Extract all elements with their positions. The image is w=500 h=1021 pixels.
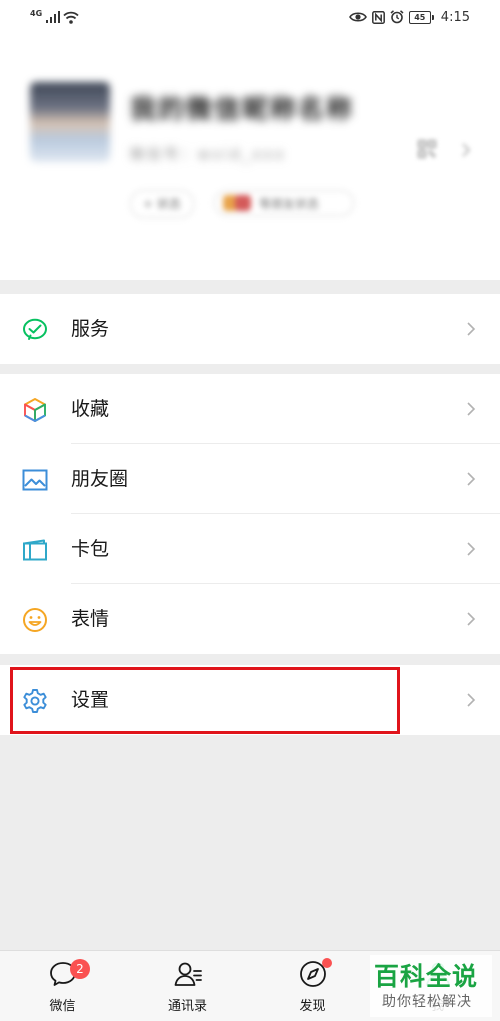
chevron-right-icon (467, 693, 476, 707)
tab-label-contacts: 通讯录 (167, 999, 207, 1014)
signal-icon (46, 11, 61, 23)
profile-nickname: 我的微信昵称名称 (130, 95, 355, 125)
qr-code-icon[interactable] (418, 140, 436, 158)
menu-item-stickers[interactable]: 表情 (0, 584, 500, 654)
alarm-icon (390, 10, 404, 24)
watermark: 百科全说 助你轻松解决 (370, 955, 492, 1017)
menu-item-favorites[interactable]: 收藏 (0, 374, 500, 444)
watermark-subtitle: 助你轻松解决 (382, 994, 472, 1010)
chevron-right-icon (467, 322, 476, 336)
friends-status-label: 等朋友状态 (259, 196, 320, 211)
friend-avatar (235, 195, 251, 211)
menu-label-stickers: 表情 (71, 608, 110, 630)
watermark-title: 百科全说 (374, 962, 479, 991)
status-right: 45 4:15 (348, 6, 470, 28)
menu-item-moments[interactable]: 朋友圈 (0, 444, 500, 514)
menu-label-favorites: 收藏 (71, 398, 110, 420)
avatar[interactable] (30, 82, 110, 162)
tab-discover[interactable]: 发现 (250, 951, 375, 1021)
wifi-icon (63, 11, 79, 24)
clock: 4:15 (440, 9, 470, 25)
unread-badge: 2 (70, 959, 90, 979)
moments-image-icon (22, 469, 48, 491)
menu-label-services: 服务 (71, 318, 110, 340)
chevron-right-icon (467, 612, 476, 626)
menu-item-services[interactable]: 服务 (0, 294, 500, 364)
status-bar: 4G 45 4:15 (0, 0, 500, 34)
wechat-pay-icon (23, 318, 47, 340)
smiley-icon (23, 608, 47, 632)
battery-indicator: 45 (408, 10, 434, 24)
profile-chevron-icon (462, 143, 471, 157)
chevron-right-icon (467, 542, 476, 556)
tab-label-chats: 微信 (49, 999, 76, 1014)
battery-level: 45 (408, 10, 431, 24)
chevron-right-icon (467, 472, 476, 486)
add-status-button[interactable]: + 状态 (130, 190, 194, 218)
card-wallet-icon (23, 539, 47, 561)
friends-status-chip[interactable]: 等朋友状态 (214, 190, 354, 216)
menu-label-cards: 卡包 (71, 538, 110, 560)
eye-icon (348, 12, 367, 22)
menu-label-moments: 朋友圈 (71, 468, 129, 490)
profile-wechat-id: 微信号：wxid_xxx (130, 147, 287, 163)
tab-label-discover: 发现 (299, 999, 326, 1014)
status-left: 4G (30, 6, 79, 28)
contacts-icon (174, 962, 202, 986)
chevron-right-icon (467, 402, 476, 416)
menu-item-settings[interactable]: 设置 (0, 665, 500, 735)
menu-label-settings: 设置 (71, 689, 110, 711)
tab-chats[interactable]: 2 微信 (0, 951, 125, 1021)
tab-contacts[interactable]: 通讯录 (125, 951, 250, 1021)
favorites-cube-icon (24, 398, 46, 422)
network-type: 4G (30, 8, 43, 18)
menu-item-cards[interactable]: 卡包 (0, 514, 500, 584)
new-moments-dot (322, 958, 332, 968)
gear-icon (23, 689, 47, 713)
nfc-icon (371, 10, 385, 24)
